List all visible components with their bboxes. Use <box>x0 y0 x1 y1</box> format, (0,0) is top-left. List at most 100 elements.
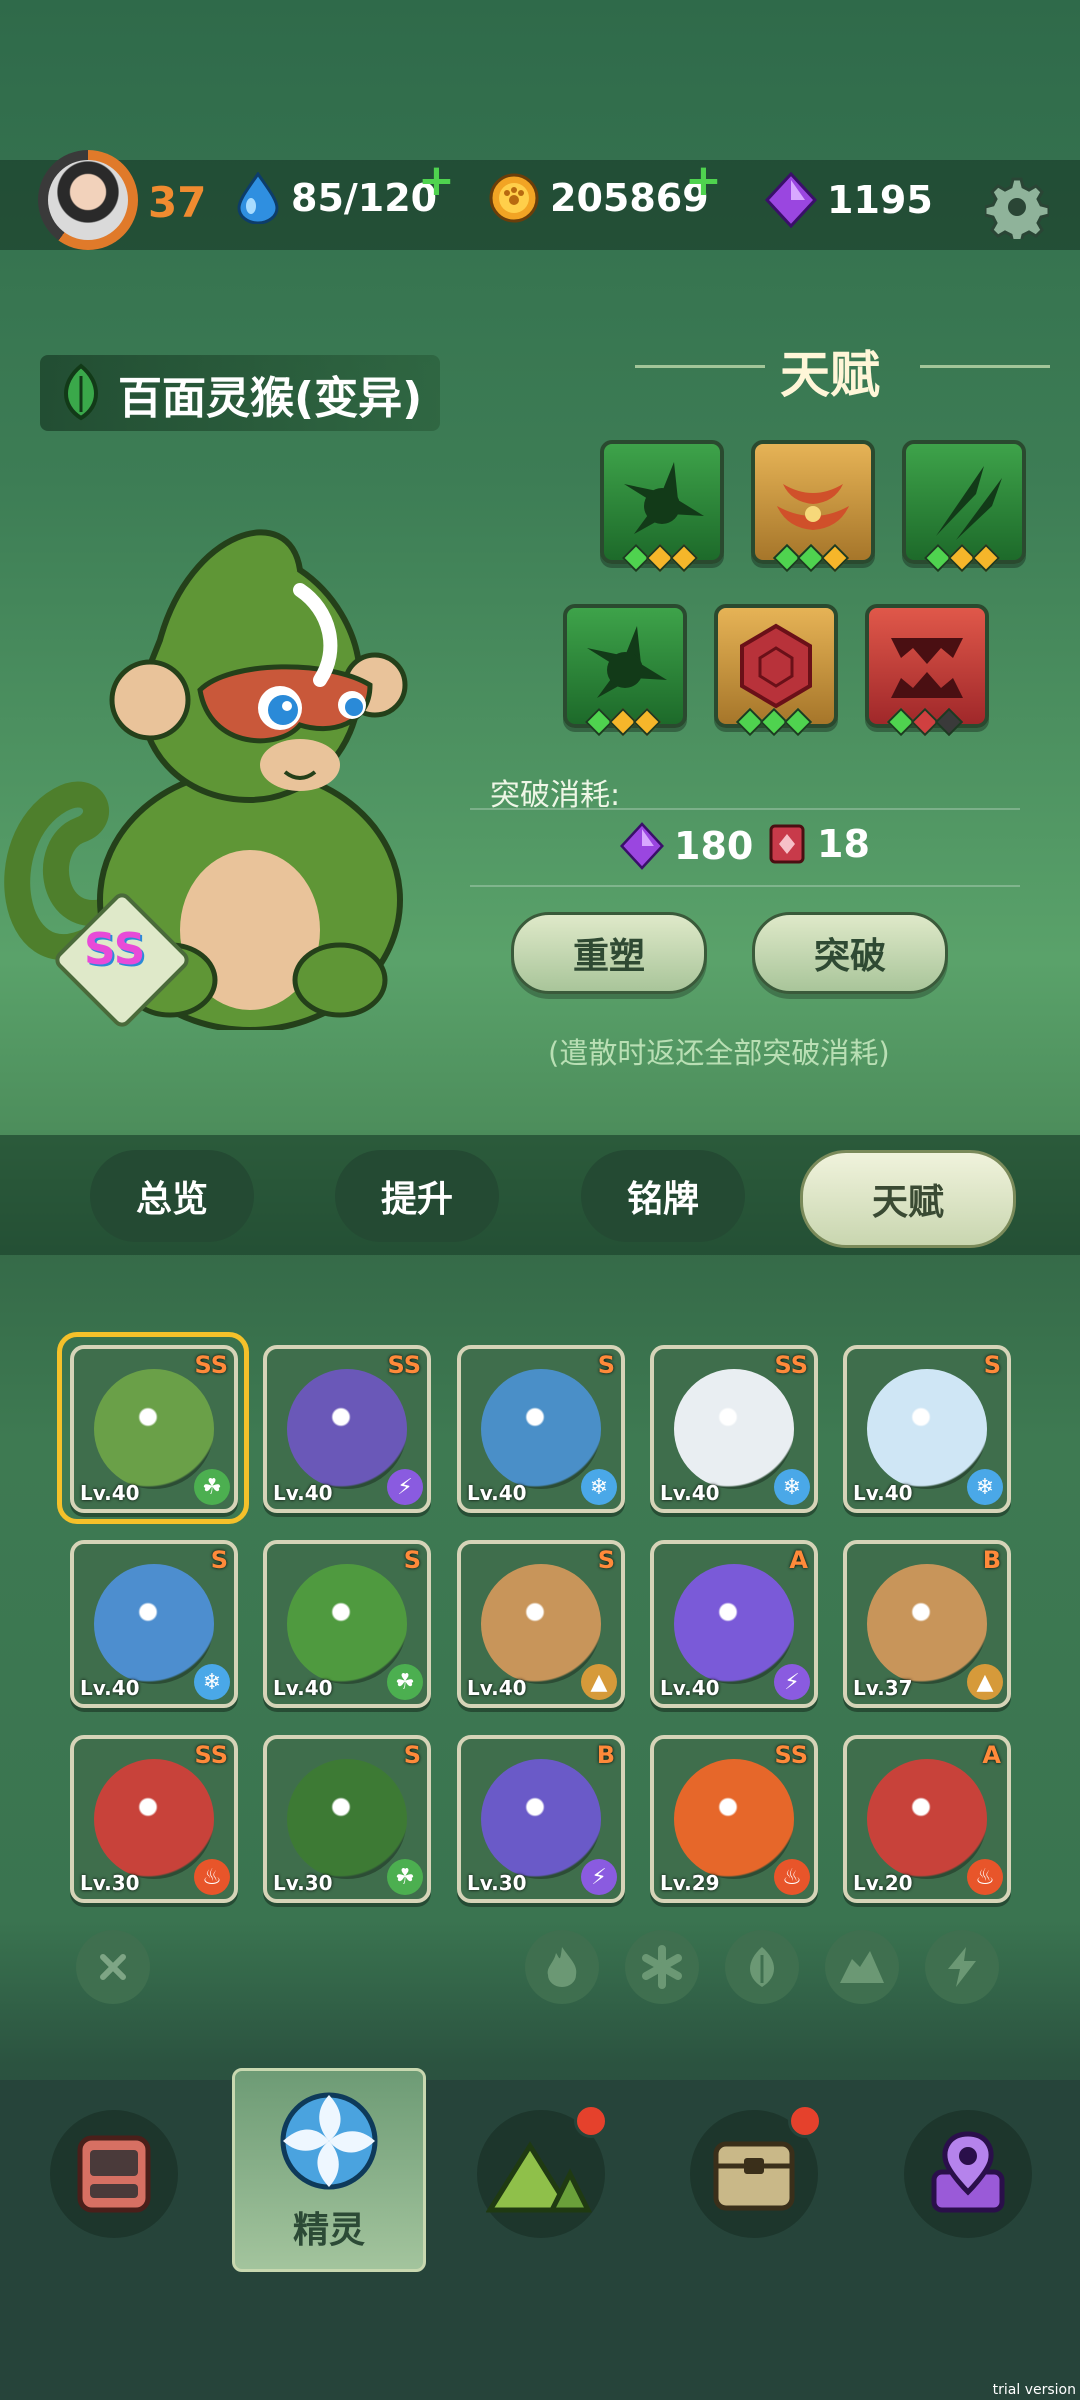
tab-talent[interactable]: 天赋 <box>800 1150 1016 1248</box>
pet-level: Lv.40 <box>660 1481 720 1505</box>
pet-card[interactable]: A Lv.20 ♨ <box>843 1735 1011 1903</box>
cost-item-value: 18 <box>817 822 870 866</box>
pet-level: Lv.37 <box>853 1676 913 1700</box>
pet-portrait <box>674 1369 794 1489</box>
pet-portrait <box>481 1369 601 1489</box>
shop-notification-dot <box>788 2104 822 2138</box>
fire-icon <box>547 1947 577 1987</box>
filter-ice-button[interactable] <box>625 1930 699 2004</box>
tab-nameplate[interactable]: 铭牌 <box>581 1150 745 1242</box>
player-avatar[interactable] <box>38 150 138 250</box>
pet-card[interactable]: S Lv.40 ❄ <box>70 1540 238 1708</box>
talent-2-grade <box>772 543 850 573</box>
pet-level: Lv.40 <box>273 1676 333 1700</box>
pet-portrait <box>867 1564 987 1684</box>
pet-rank: SS <box>774 1351 809 1379</box>
pet-card[interactable]: A Lv.40 ⚡ <box>650 1540 818 1708</box>
settings-gear-icon[interactable] <box>985 175 1049 239</box>
clear-filter-button[interactable] <box>76 1930 150 2004</box>
pet-rank: SS <box>774 1741 809 1769</box>
player-level: 37 <box>148 178 207 227</box>
leaf-element-icon <box>64 363 98 421</box>
talent-title: 天赋 <box>780 346 880 404</box>
coin-display: 205869 <box>488 172 709 224</box>
purple-gem-icon <box>620 822 664 870</box>
rank-badge-text: SS <box>84 924 146 975</box>
pet-orb-icon <box>280 2092 378 2190</box>
ice-element-icon: ❄ <box>581 1469 617 1505</box>
pet-card[interactable]: S Lv.40 ▲ <box>457 1540 625 1708</box>
pet-rank: A <box>789 1546 808 1574</box>
pet-level: Lv.40 <box>467 1676 527 1700</box>
pet-portrait <box>481 1564 601 1684</box>
talent-1-grade <box>621 543 699 573</box>
pet-portrait <box>94 1564 214 1684</box>
pet-portrait <box>94 1759 214 1879</box>
pet-rank: S <box>597 1546 615 1574</box>
pet-rank: SS <box>194 1741 229 1769</box>
close-icon <box>100 1954 126 1980</box>
tab-overview[interactable]: 总览 <box>90 1150 254 1242</box>
cost-divider-bottom <box>470 885 1020 887</box>
pet-card[interactable]: S Lv.30 ☘ <box>263 1735 431 1903</box>
map-pin-icon <box>931 2131 1005 2213</box>
pet-rank: A <box>982 1741 1001 1769</box>
pet-card[interactable]: S Lv.40 ❄ <box>457 1345 625 1513</box>
pet-card[interactable]: SS Lv.40 ❄ <box>650 1345 818 1513</box>
pet-level: Lv.40 <box>273 1481 333 1505</box>
mountain-rock-icon <box>840 1951 884 1983</box>
pet-portrait <box>287 1564 407 1684</box>
talent-3-grade <box>923 543 1001 573</box>
pet-portrait <box>287 1369 407 1489</box>
pet-card[interactable]: S Lv.40 ❄ <box>843 1345 1011 1513</box>
pet-card[interactable]: S Lv.40 ☘ <box>263 1540 431 1708</box>
pet-level: Lv.40 <box>660 1676 720 1700</box>
earth-element-icon: ▲ <box>967 1664 1003 1700</box>
stamina-value: 85/120 <box>291 176 438 220</box>
fire-element-icon: ♨ <box>774 1859 810 1895</box>
talent-4-grade <box>584 707 662 737</box>
pet-card[interactable]: SS Lv.30 ♨ <box>70 1735 238 1903</box>
nav-backpack-button[interactable] <box>50 2110 178 2238</box>
tab-upgrade[interactable]: 提升 <box>335 1150 499 1242</box>
pet-portrait <box>94 1369 214 1489</box>
breakthrough-button[interactable]: 突破 <box>752 912 948 994</box>
backpack-icon <box>77 2135 151 2213</box>
chest-icon <box>713 2141 795 2211</box>
filter-leaf-button[interactable] <box>725 1930 799 2004</box>
pet-rank: S <box>403 1546 421 1574</box>
pet-rank: S <box>983 1351 1001 1379</box>
snowflake-icon <box>642 1945 682 1989</box>
dismiss-refund-note: (遣散时返还全部突破消耗) <box>548 1036 890 1070</box>
nav-pets-button[interactable]: 精灵 <box>232 2068 426 2272</box>
pet-card[interactable]: SS Lv.40 ☘ <box>70 1345 238 1513</box>
stamina-display: 85/120 <box>235 172 437 224</box>
pet-level: Lv.40 <box>80 1481 140 1505</box>
cost-item: 18 <box>767 822 870 866</box>
leaf-element-icon: ☘ <box>387 1859 423 1895</box>
add-coin-button[interactable]: + <box>685 155 722 206</box>
filter-fire-button[interactable] <box>525 1930 599 2004</box>
nav-map-button[interactable] <box>904 2110 1032 2238</box>
fire-element-icon: ♨ <box>194 1859 230 1895</box>
reshape-button[interactable]: 重塑 <box>511 912 707 994</box>
purple-gem-icon <box>765 172 817 228</box>
filter-thunder-button[interactable] <box>925 1930 999 2004</box>
mountain-tree-icon <box>486 2141 593 2213</box>
talent-6-grade <box>886 707 964 737</box>
pet-card[interactable]: B Lv.37 ▲ <box>843 1540 1011 1708</box>
filter-earth-button[interactable] <box>825 1930 899 2004</box>
thunder-element-icon: ⚡ <box>581 1859 617 1895</box>
spike-talent-icon <box>587 626 667 698</box>
add-stamina-button[interactable]: + <box>418 155 455 206</box>
ice-element-icon: ❄ <box>194 1664 230 1700</box>
water-drop-icon <box>237 172 279 224</box>
ice-element-icon: ❄ <box>967 1469 1003 1505</box>
title-divider-right <box>920 365 1050 368</box>
pet-rank: B <box>596 1741 615 1769</box>
pet-card[interactable]: B Lv.30 ⚡ <box>457 1735 625 1903</box>
pet-card[interactable]: SS Lv.29 ♨ <box>650 1735 818 1903</box>
pet-portrait <box>674 1564 794 1684</box>
pet-card[interactable]: SS Lv.40 ⚡ <box>263 1345 431 1513</box>
pet-name: 百面灵猴(变异) <box>118 373 423 424</box>
